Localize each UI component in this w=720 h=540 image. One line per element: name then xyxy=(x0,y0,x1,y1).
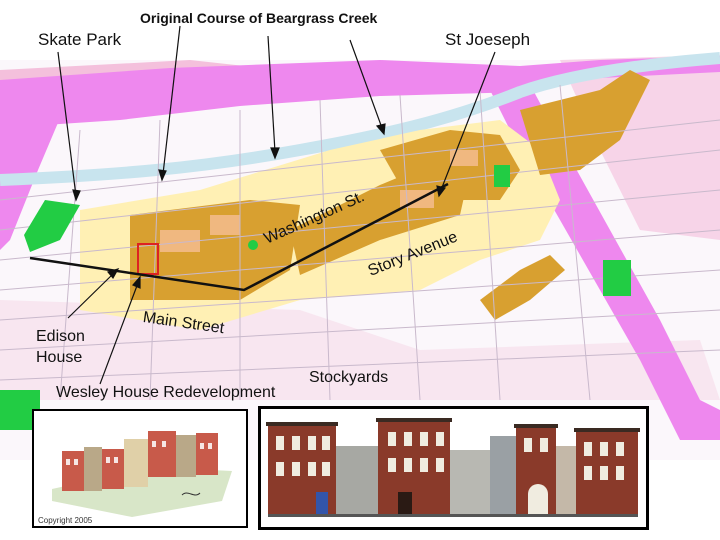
inset-rendering: Copyright 2005 xyxy=(32,409,248,528)
label-st-joeseph: St Joeseph xyxy=(445,30,531,49)
building-block xyxy=(210,215,240,235)
label-stockyards: Stockyards xyxy=(309,369,389,386)
park-small xyxy=(248,240,258,250)
building-block xyxy=(450,150,478,166)
park-southeast xyxy=(603,260,631,296)
label-skate-park: Skate Park xyxy=(38,30,122,49)
label-beargrass-creek: Original Course of Beargrass Creek xyxy=(140,10,378,26)
label-edison-house: Edison House xyxy=(36,328,85,366)
park-east xyxy=(494,165,510,187)
label-wesley-house: Wesley House Redevelopment xyxy=(56,384,276,401)
inset-elevation xyxy=(258,406,649,530)
inset-copyright: Copyright 2005 xyxy=(38,516,93,525)
map-canvas[interactable]: Skate Park Original Course of Beargrass … xyxy=(0,0,720,540)
